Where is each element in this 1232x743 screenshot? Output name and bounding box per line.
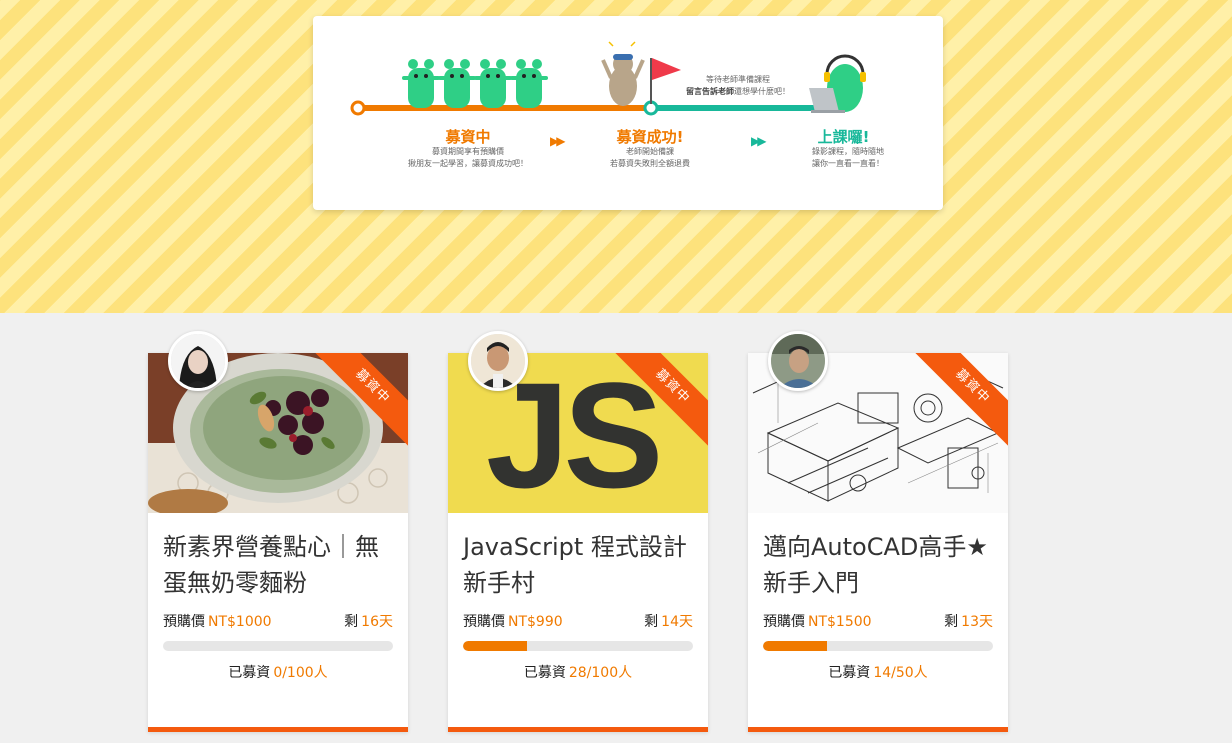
price-value: NT$1000 xyxy=(208,614,272,630)
funding-progress-bar xyxy=(463,641,693,651)
arrow-icon: ▶▶ xyxy=(550,134,566,148)
stage-title-funding: 募資中 xyxy=(445,128,491,146)
days-label: 剩 xyxy=(944,614,959,630)
course-title[interactable]: 邁向AutoCAD高手★新手入門 xyxy=(763,529,995,601)
funded-label: 已募資 xyxy=(523,665,566,681)
stage-desc-success: 老師開始備課 若募資失敗則全額退費 xyxy=(610,147,690,168)
student-laptop-icon xyxy=(809,54,866,113)
teacher-avatar[interactable] xyxy=(168,331,228,391)
course-card[interactable]: 募資中 邁向AutoCAD高手★新手入門 預購價 NT$1500 剩 13天 已募資… xyxy=(748,331,1008,732)
price-label: 預購價 xyxy=(463,614,505,630)
stage-title-success: 募資成功! xyxy=(616,128,684,146)
funding-progress-fill xyxy=(763,641,828,651)
teacher-avatar[interactable] xyxy=(468,331,528,391)
process-illustration xyxy=(350,41,866,116)
stage-title-class: 上課囉! xyxy=(817,128,870,146)
days-remaining: 13天 xyxy=(961,614,993,630)
stage-desc-funding: 募資期間享有預購價 揪朋友一起學習，讓募資成功吧！ xyxy=(408,147,528,168)
course-title[interactable]: JavaScript 程式設計新手村 xyxy=(463,529,695,601)
funding-process-card: 等待老師準備課程 留言告訴老師還想學什麼吧！ 募資中 募資期間享有預購價 揪朋友… xyxy=(313,16,943,210)
funded-row: 已募資 0/100人 xyxy=(148,662,408,682)
funding-progress-fill xyxy=(463,641,528,651)
price-label: 預購價 xyxy=(163,614,205,630)
funded-row: 已募資 28/100人 xyxy=(448,662,708,682)
days-label: 剩 xyxy=(344,614,359,630)
price-row: 預購價 NT$990 剩 14天 xyxy=(463,611,693,631)
price-row: 預購價 NT$1500 剩 13天 xyxy=(763,611,993,631)
funding-progress-bar xyxy=(163,641,393,651)
price-value: NT$990 xyxy=(508,614,563,630)
funded-label: 已募資 xyxy=(228,665,271,681)
monster-group-icon xyxy=(402,59,548,108)
arrow-icon: ▶▶ xyxy=(751,134,767,148)
funded-count: 28/100人 xyxy=(568,665,633,681)
funded-row: 已募資 14/50人 xyxy=(748,662,1008,682)
teacher-celebrating-icon xyxy=(601,41,645,106)
timeline-start-dot xyxy=(350,100,366,116)
stage-desc-class: 錄影課程，隨時隨地 讓你一直看一直看！ xyxy=(812,147,884,168)
days-label: 剩 xyxy=(644,614,659,630)
course-card[interactable]: JS 募資中 JavaScript 程式設計新手村 預購價 NT$990 剩 14天… xyxy=(448,331,708,732)
course-card[interactable]: 募資中 新素界營養點心｜無蛋無奶零麵粉 預購價 NT$1000 剩 16天 已募資 0… xyxy=(148,331,408,732)
days-remaining: 16天 xyxy=(361,614,393,630)
price-value: NT$1500 xyxy=(808,614,872,630)
price-row: 預購價 NT$1000 剩 16天 xyxy=(163,611,393,631)
price-label: 預購價 xyxy=(763,614,805,630)
funded-count: 14/50人 xyxy=(873,665,928,681)
hero-banner: 等待老師準備課程 留言告訴老師還想學什麼吧！ 募資中 募資期間享有預購價 揪朋友… xyxy=(0,0,1232,313)
course-title[interactable]: 新素界營養點心｜無蛋無奶零麵粉 xyxy=(163,529,395,601)
funding-progress-bar xyxy=(763,641,993,651)
teacher-avatar[interactable] xyxy=(768,331,828,391)
days-remaining: 14天 xyxy=(661,614,693,630)
teacher-prep-bubble: 等待老師準備課程 留言告訴老師還想學什麼吧！ xyxy=(686,75,790,96)
funded-label: 已募資 xyxy=(828,665,871,681)
funded-count: 0/100人 xyxy=(273,665,328,681)
